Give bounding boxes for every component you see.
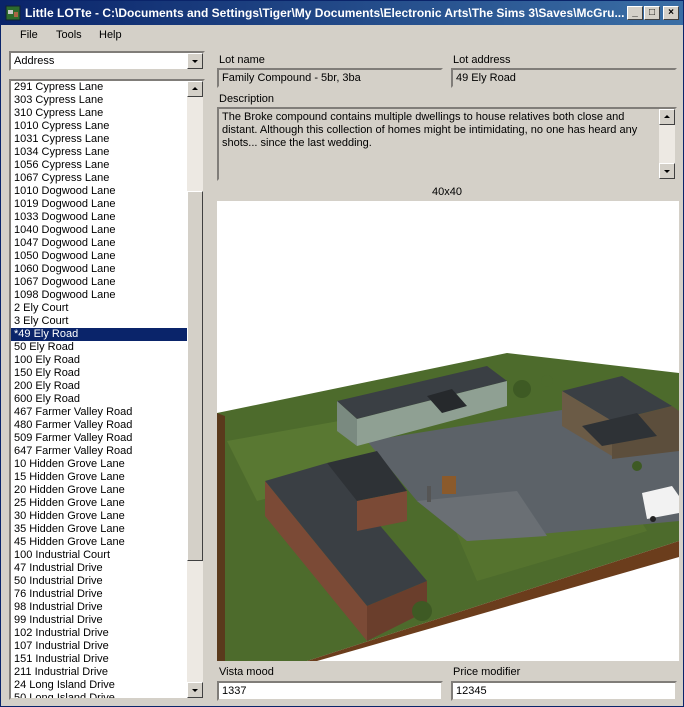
description-scrollbar[interactable] — [659, 109, 675, 179]
lot-list-item[interactable]: 25 Hidden Grove Lane — [11, 497, 189, 510]
lot-list-item[interactable]: 2 Ely Court — [11, 302, 189, 315]
vista-mood-input[interactable]: 1337 — [217, 681, 443, 701]
lot-list-item[interactable]: 1067 Cypress Lane — [11, 172, 189, 185]
menu-bar: File Tools Help — [1, 25, 683, 47]
lot-list-item[interactable]: 76 Industrial Drive — [11, 588, 189, 601]
lot-list-item[interactable]: 1098 Dogwood Lane — [11, 289, 189, 302]
lot-list-item[interactable]: 107 Industrial Drive — [11, 640, 189, 653]
sort-by-value: Address — [14, 55, 55, 67]
lot-size-label: 40x40 — [432, 186, 462, 198]
price-modifier-input[interactable]: 12345 — [451, 681, 677, 701]
scrollbar-thumb[interactable] — [187, 191, 203, 561]
lot-list-item[interactable]: 24 Long Island Drive — [11, 679, 189, 692]
lot-list-item[interactable]: 102 Industrial Drive — [11, 627, 189, 640]
scroll-down-button[interactable] — [659, 163, 675, 179]
scroll-down-button[interactable] — [187, 682, 203, 698]
scroll-up-button[interactable] — [187, 81, 203, 97]
maximize-button[interactable]: □ — [644, 6, 660, 20]
app-window: Little LOTte - C:\Documents and Settings… — [0, 0, 684, 707]
minimize-button[interactable]: _ — [627, 6, 643, 20]
lot-list-item[interactable]: 35 Hidden Grove Lane — [11, 523, 189, 536]
description-text: The Broke compound contains multiple dwe… — [222, 111, 638, 149]
lot-list-item[interactable]: 151 Industrial Drive — [11, 653, 189, 666]
lot-list-item[interactable]: 100 Ely Road — [11, 354, 189, 367]
description-field[interactable]: The Broke compound contains multiple dwe… — [217, 107, 677, 181]
lot-list-item[interactable]: 1010 Cypress Lane — [11, 120, 189, 133]
scroll-up-button[interactable] — [659, 109, 675, 125]
lot-list-item[interactable]: 200 Ely Road — [11, 380, 189, 393]
lot-list-item[interactable]: 15 Hidden Grove Lane — [11, 471, 189, 484]
chevron-down-icon[interactable] — [187, 53, 203, 69]
menu-tools[interactable]: Tools — [56, 29, 82, 41]
lot-list-item[interactable]: 3 Ely Court — [11, 315, 189, 328]
lot-name-field[interactable]: Family Compound - 5br, 3ba — [217, 68, 443, 88]
lot-list-item[interactable]: 303 Cypress Lane — [11, 94, 189, 107]
lot-list-item[interactable]: 1047 Dogwood Lane — [11, 237, 189, 250]
lot-list-item[interactable]: 1067 Dogwood Lane — [11, 276, 189, 289]
lot-list-item[interactable]: 1040 Dogwood Lane — [11, 224, 189, 237]
app-icon — [5, 5, 21, 21]
lot-name-label: Lot name — [219, 54, 265, 66]
lot-list-item[interactable]: 1031 Cypress Lane — [11, 133, 189, 146]
lot-list-item[interactable]: 99 Industrial Drive — [11, 614, 189, 627]
lot-list-scrollbar[interactable] — [187, 81, 203, 698]
lot-list-item[interactable]: *49 Ely Road — [11, 328, 189, 341]
lot-list-item[interactable]: 1019 Dogwood Lane — [11, 198, 189, 211]
lot-list-item[interactable]: 1033 Dogwood Lane — [11, 211, 189, 224]
lot-list-items: 291 Cypress Lane 303 Cypress Lane 310 Cypr… — [11, 81, 189, 698]
lot-list-item[interactable]: 100 Industrial Court — [11, 549, 189, 562]
menu-help[interactable]: Help — [99, 29, 122, 41]
menu-file[interactable]: File — [20, 29, 38, 41]
lot-list-item[interactable]: 1060 Dogwood Lane — [11, 263, 189, 276]
lot-list[interactable]: 291 Cypress Lane 303 Cypress Lane 310 Cypr… — [9, 79, 205, 700]
lot-address-label: Lot address — [453, 54, 511, 66]
lot-list-item[interactable]: 509 Farmer Valley Road — [11, 432, 189, 445]
lot-list-item[interactable]: 150 Ely Road — [11, 367, 189, 380]
lot-list-item[interactable]: 600 Ely Road — [11, 393, 189, 406]
vista-mood-label: Vista mood — [219, 666, 274, 678]
lot-list-item[interactable]: 310 Cypress Lane — [11, 107, 189, 120]
lot-list-item[interactable]: 45 Hidden Grove Lane — [11, 536, 189, 549]
lot-list-item[interactable]: 50 Industrial Drive — [11, 575, 189, 588]
price-modifier-label: Price modifier — [453, 666, 521, 678]
lot-list-item[interactable]: 211 Industrial Drive — [11, 666, 189, 679]
lot-list-item[interactable]: 50 Long Island Drive — [11, 692, 189, 698]
lot-list-item[interactable]: 467 Farmer Valley Road — [11, 406, 189, 419]
lot-list-item[interactable]: 10 Hidden Grove Lane — [11, 458, 189, 471]
lot-list-item[interactable]: 291 Cypress Lane — [11, 81, 189, 94]
lot-list-item[interactable]: 20 Hidden Grove Lane — [11, 484, 189, 497]
lot-preview-image — [217, 201, 679, 661]
lot-list-item[interactable]: 50 Ely Road — [11, 341, 189, 354]
description-label: Description — [219, 93, 275, 105]
lot-list-item[interactable]: 1010 Dogwood Lane — [11, 185, 189, 198]
lot-list-item[interactable]: 1050 Dogwood Lane — [11, 250, 189, 263]
lot-list-item[interactable]: 47 Industrial Drive — [11, 562, 189, 575]
lot-list-item[interactable]: 647 Farmer Valley Road — [11, 445, 189, 458]
window-title: Little LOTte - C:\Documents and Settings… — [25, 6, 625, 20]
close-button[interactable]: × — [663, 6, 679, 20]
lot-list-item[interactable]: 30 Hidden Grove Lane — [11, 510, 189, 523]
lot-list-item[interactable]: 480 Farmer Valley Road — [11, 419, 189, 432]
lot-list-item[interactable]: 1056 Cypress Lane — [11, 159, 189, 172]
lot-list-item[interactable]: 98 Industrial Drive — [11, 601, 189, 614]
lot-list-item[interactable]: 1034 Cypress Lane — [11, 146, 189, 159]
lot-address-field[interactable]: 49 Ely Road — [451, 68, 677, 88]
title-bar[interactable]: Little LOTte - C:\Documents and Settings… — [1, 1, 683, 25]
sort-by-dropdown[interactable]: Address — [9, 51, 205, 71]
